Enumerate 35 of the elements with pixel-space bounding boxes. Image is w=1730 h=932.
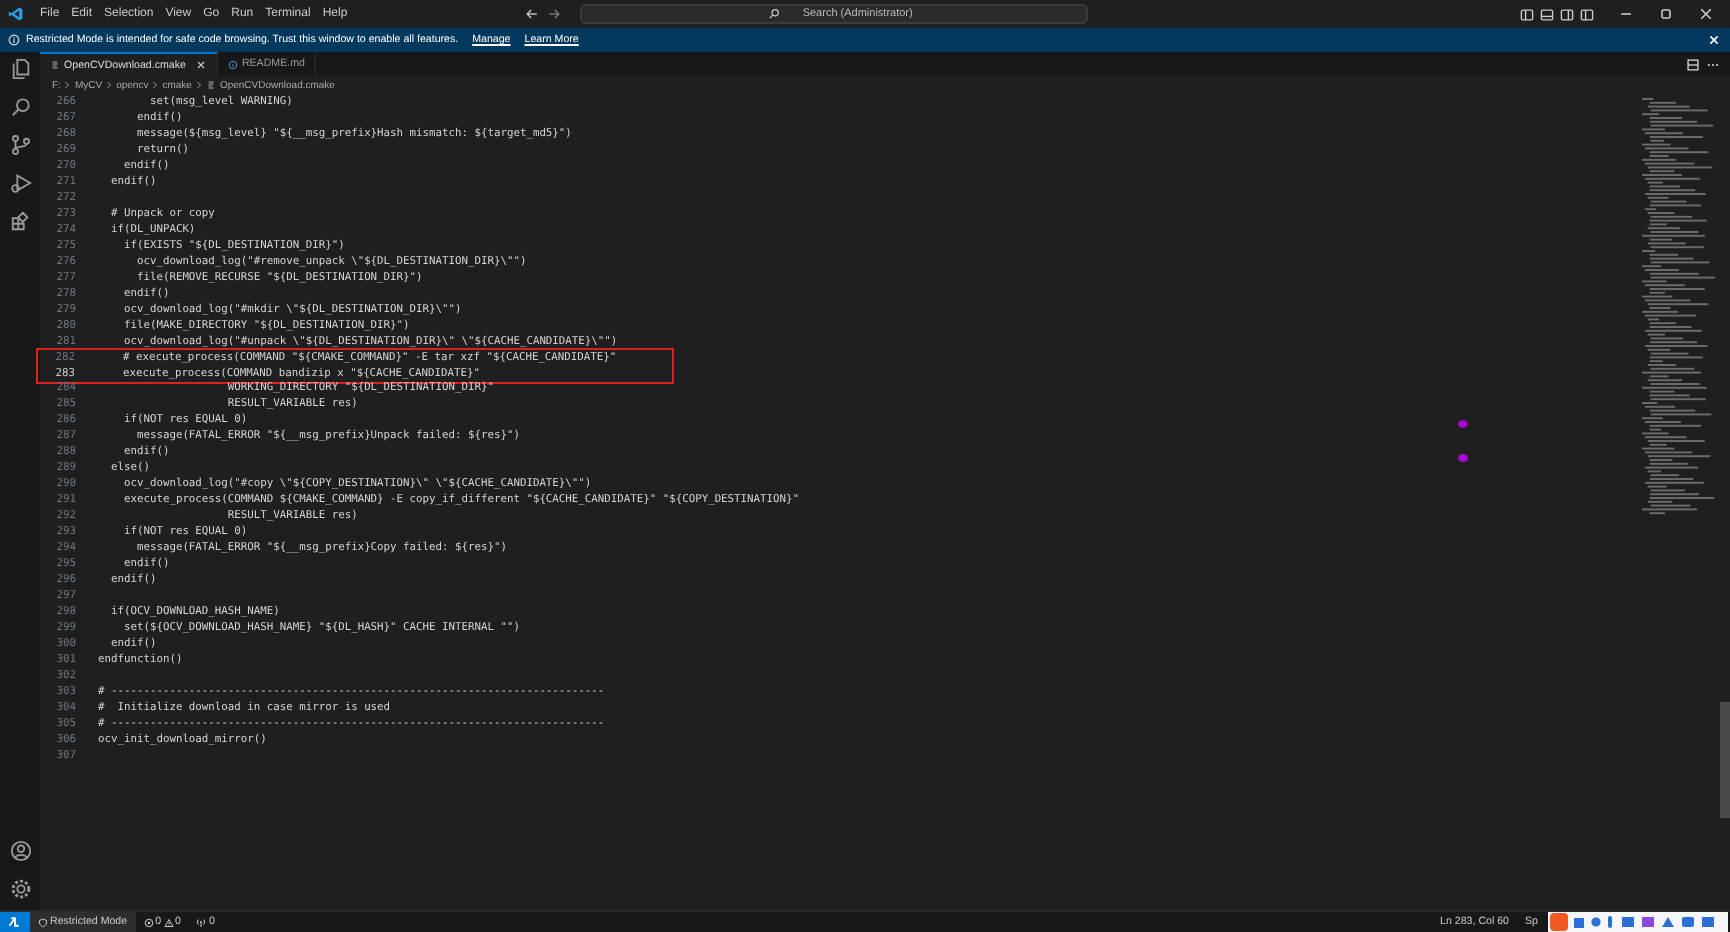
- info-icon: [227, 59, 238, 69]
- layout-icon[interactable]: [1560, 7, 1574, 21]
- account-icon[interactable]: [9, 840, 31, 862]
- app-logo-icon: [8, 6, 24, 22]
- file-lines-icon: [50, 60, 60, 70]
- forward-arrow-icon[interactable]: [546, 6, 563, 22]
- chevron-right-icon: [64, 80, 71, 90]
- layout-icon[interactable]: [1520, 7, 1534, 21]
- warning-icon: [163, 917, 174, 927]
- scrollbar-thumb[interactable]: [1720, 702, 1730, 818]
- restore-icon[interactable]: [1658, 6, 1674, 22]
- chevron-right-icon: [152, 80, 159, 90]
- marker-dot: [1458, 454, 1468, 462]
- marker-dot: [1458, 420, 1468, 428]
- run-debug-icon[interactable]: [9, 172, 31, 194]
- search-icon[interactable]: [9, 96, 31, 118]
- shield-icon: [38, 917, 48, 927]
- layout-icon[interactable]: [1580, 7, 1594, 21]
- settings-icon[interactable]: [9, 878, 31, 900]
- close-icon[interactable]: [195, 60, 206, 70]
- source-control-icon[interactable]: [9, 134, 31, 156]
- remote-icon[interactable]: [0, 912, 30, 932]
- file-lines-icon: [205, 80, 216, 90]
- files-icon[interactable]: [9, 58, 31, 80]
- info-icon: [8, 34, 20, 46]
- error-icon: [143, 917, 154, 927]
- layout-icon[interactable]: [1540, 7, 1554, 21]
- search-icon: [768, 8, 781, 20]
- chevron-right-icon: [195, 80, 202, 90]
- antenna-icon: [196, 917, 207, 927]
- back-arrow-icon[interactable]: [524, 6, 541, 22]
- close-icon[interactable]: [1698, 6, 1714, 22]
- extensions-icon[interactable]: [9, 210, 31, 232]
- chevron-right-icon: [106, 80, 113, 90]
- split-editor-icon[interactable]: [1686, 57, 1700, 71]
